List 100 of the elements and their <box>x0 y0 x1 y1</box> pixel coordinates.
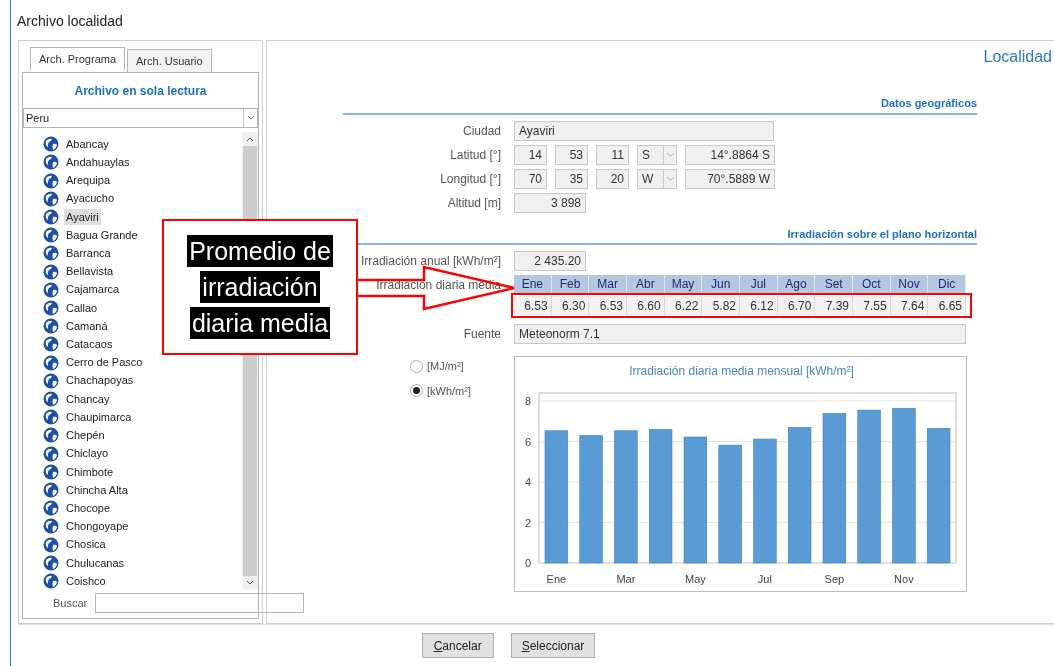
tab[interactable]: Arch. Usuario <box>127 49 212 72</box>
source-field[interactable]: Meteonorm 7.1 <box>514 324 966 344</box>
column-header: Jun <box>702 275 740 293</box>
table-cell: 6.53 <box>514 296 552 315</box>
column-header: Jul <box>740 275 778 293</box>
panel-heading: Archivo en sola lectura <box>74 82 207 100</box>
column-header: Abr <box>627 275 665 293</box>
axis-tick-label: May <box>685 573 706 585</box>
decimal-coordinate-field[interactable]: 70°.5889 W <box>685 168 775 189</box>
tab[interactable]: Arch. Programa <box>30 47 126 70</box>
column-header: Feb <box>551 275 590 293</box>
globe-icon <box>43 536 59 553</box>
globe-icon <box>43 354 59 371</box>
axis-tick-label: 4 <box>524 476 531 488</box>
column-header: Ago <box>777 275 816 293</box>
section-heading: Irradiación sobre el plano horizontal <box>787 226 977 242</box>
field-label: Latitud [°] <box>450 146 501 164</box>
table-cell: 6.70 <box>777 296 816 315</box>
field-label: Irradiación anual [kWh/m²] <box>360 253 501 270</box>
table-cell: 7.55 <box>853 296 891 315</box>
globe-icon <box>43 190 59 207</box>
callout-text: Promedio de <box>187 235 333 267</box>
seconds-field[interactable]: 20 <box>596 168 629 189</box>
column-header: Set <box>815 275 853 293</box>
window-title: Archivo localidad <box>17 12 123 31</box>
table-cell: 6.53 <box>589 296 627 315</box>
degrees-field[interactable]: 70 <box>514 168 547 189</box>
table-cell: 6.65 <box>928 296 966 315</box>
globe-icon <box>43 409 59 426</box>
globe-icon <box>43 172 59 189</box>
globe-icon <box>43 245 59 262</box>
table-cell: 6.22 <box>664 296 703 315</box>
callout-text: diaria media <box>189 307 331 339</box>
globe-icon <box>43 427 59 444</box>
city-field[interactable]: Ayaviri <box>514 120 774 141</box>
globe-icon <box>43 299 59 316</box>
chevron-down-icon <box>663 145 676 164</box>
degrees-field[interactable]: 14 <box>514 144 547 165</box>
column-header: May <box>664 275 703 293</box>
city-list-item[interactable]: Ayaviri <box>64 208 101 226</box>
axis-tick-label: Mar <box>616 573 636 585</box>
globe-icon <box>43 318 59 335</box>
globe-icon <box>43 227 59 244</box>
axis-tick-label: 2 <box>524 516 531 529</box>
search-label: Buscar <box>53 595 88 611</box>
axis-tick-label: 0 <box>524 557 531 569</box>
globe-icon <box>43 263 59 280</box>
country-select[interactable]: Peru <box>23 108 258 128</box>
globe-icon <box>43 390 59 407</box>
table-cell: 7.39 <box>815 296 853 315</box>
axis-tick-label: 6 <box>524 435 531 448</box>
callout-text: irradiación <box>200 271 320 303</box>
unit-radio-button[interactable]: [kWh/m²] <box>410 382 514 399</box>
decimal-coordinate-field[interactable]: 14°.8864 S <box>685 144 775 165</box>
globe-icon <box>43 208 59 225</box>
globe-icon <box>43 154 59 171</box>
seconds-field[interactable]: 11 <box>596 144 629 165</box>
chevron-down-icon <box>243 109 257 127</box>
globe-icon <box>43 336 59 353</box>
column-header: Nov <box>890 275 929 293</box>
axis-tick-label: 8 <box>524 395 531 407</box>
field-label: Ciudad <box>462 122 501 140</box>
table-cell: 5.82 <box>702 296 740 315</box>
dialog-button[interactable]: Cancelar <box>421 633 494 658</box>
minutes-field[interactable]: 53 <box>555 144 588 165</box>
axis-tick-label: Jul <box>757 573 772 585</box>
globe-icon <box>43 463 59 480</box>
globe-icon <box>43 281 59 298</box>
table-cell: 6.60 <box>627 296 665 315</box>
column-header: Ene <box>514 275 552 293</box>
globe-icon <box>43 518 59 535</box>
globe-icon <box>43 372 59 389</box>
field-label: Fuente <box>463 326 501 343</box>
altitude-field[interactable]: 3 898 <box>514 192 586 213</box>
column-header: Mar <box>589 275 627 293</box>
chevron-down-icon <box>663 169 676 188</box>
axis-tick-label: Nov <box>894 573 914 585</box>
search-field[interactable] <box>95 593 305 613</box>
minutes-field[interactable]: 35 <box>555 168 588 189</box>
column-header: Dic <box>928 275 966 293</box>
globe-icon <box>43 500 59 517</box>
hemisphere-select[interactable]: W <box>637 168 677 189</box>
table-cell: 6.30 <box>551 296 590 315</box>
globe-icon <box>43 572 59 589</box>
axis-tick-label: Ene <box>546 573 567 585</box>
globe-icon <box>43 481 59 498</box>
annual-irradiation-field[interactable]: 2 435.20 <box>514 251 586 271</box>
section-heading: Datos geográficos <box>881 96 977 111</box>
table-cell: 7.64 <box>890 296 929 315</box>
dialog-button[interactable]: Seleccionar <box>510 633 596 658</box>
table-cell: 6.12 <box>740 296 778 315</box>
panel-title: Localidad <box>983 47 1052 67</box>
field-label: Longitud [°] <box>440 170 501 188</box>
column-header: Oct <box>853 275 891 293</box>
unit-radio-button[interactable]: [MJ/m²] <box>410 358 514 375</box>
globe-icon <box>43 445 59 462</box>
axis-tick-label: Sep <box>824 573 845 585</box>
globe-icon <box>43 136 59 153</box>
globe-icon <box>43 554 59 571</box>
hemisphere-select[interactable]: S <box>637 144 677 165</box>
